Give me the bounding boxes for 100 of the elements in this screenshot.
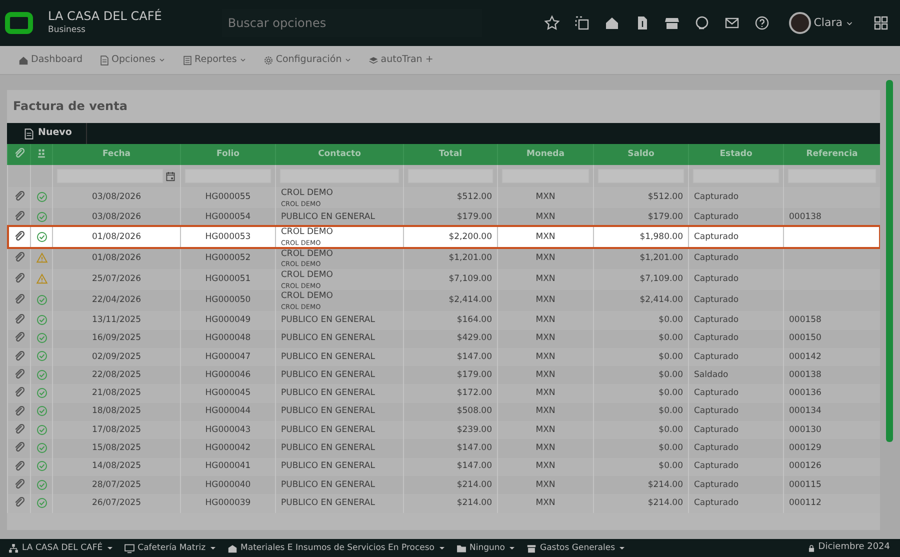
table-cell: $429.00 (456, 333, 492, 344)
table-row[interactable]: 16/09/2025 HG000048 PUBLICO EN GENERAL $429.00 MXN $0.00 Capturado 000150 (8, 330, 880, 348)
paperclip-icon[interactable] (14, 406, 24, 417)
table-row[interactable]: 02/09/2025 HG000047 PUBLICO EN GENERAL $147.00 MXN $0.00 Capturado 000142 (8, 348, 880, 366)
table-cell: 13/11/2025 (92, 315, 141, 325)
table-row[interactable]: 15/08/2025 HG000042 PUBLICO EN GENERAL $147.00 MXN $0.00 Capturado 000129 (8, 439, 880, 458)
mail-icon[interactable] (724, 15, 740, 31)
table-cell: 21/08/2025 (92, 388, 141, 398)
org-chart-icon (8, 542, 19, 554)
table-cell: HG000040 (205, 480, 251, 490)
copy-icon[interactable] (574, 15, 590, 31)
table-cell: 000112 (789, 498, 822, 508)
table-cell: 000138 (789, 370, 822, 380)
table-cell: $1,201.00 (448, 252, 492, 263)
table-cell: 02/09/2025 (92, 352, 141, 362)
apps-icon[interactable] (873, 15, 889, 31)
table-cell: MXN (536, 252, 556, 263)
table-cell: $179.00 (648, 212, 683, 222)
scrollbar[interactable] (886, 80, 893, 442)
settings-icon (262, 54, 274, 66)
paperclip-icon[interactable] (14, 497, 24, 508)
company-plan: Business (48, 24, 86, 37)
table-row[interactable]: 28/07/2025 HG000040 PUBLICO EN GENERAL $214.00 MXN $214.00 Capturado 000115 (8, 476, 880, 494)
table-cell: 000138 (789, 212, 822, 222)
paperclip-icon[interactable] (14, 211, 24, 222)
paperclip-icon[interactable] (14, 387, 24, 398)
contact-name: PUBLICO EN GENERAL (281, 387, 376, 400)
avatar[interactable] (789, 12, 812, 34)
help-icon[interactable] (754, 15, 770, 31)
table-row[interactable]: 18/08/2025 HG000044 PUBLICO EN GENERAL $508.00 MXN $0.00 Capturado 000134 (8, 402, 880, 422)
table-row[interactable]: 13/11/2025 HG000049 PUBLICO EN GENERAL $164.00 MXN $0.00 Capturado 000158 (8, 311, 880, 330)
star-icon[interactable] (544, 15, 560, 31)
table-cell: 26/07/2025 (92, 498, 141, 508)
paperclip-icon[interactable] (14, 191, 24, 202)
table-cell: MXN (536, 424, 556, 435)
table-cell: $214.00 (648, 480, 683, 490)
table-cell: Capturado (694, 252, 739, 263)
paperclip-icon[interactable] (14, 230, 24, 242)
table-cell: HG000043 (205, 424, 251, 435)
table-row[interactable]: 14/08/2025 HG000041 PUBLICO EN GENERAL $147.00 MXN $0.00 Capturado 000126 (8, 458, 880, 476)
table-row[interactable]: 22/08/2025 HG000046 PUBLICO EN GENERAL $179.00 MXN $0.00 Saldado 000138 (8, 366, 880, 384)
status-dropdown[interactable]: Gastos Generales (526, 542, 626, 554)
table-cell: Capturado (694, 424, 739, 435)
table-cell: MXN (536, 498, 556, 508)
table-cell: Capturado (694, 333, 739, 344)
paperclip-icon[interactable] (14, 442, 24, 454)
store-icon[interactable] (664, 15, 680, 31)
table-cell: 000158 (789, 315, 822, 325)
table-cell: Capturado (694, 352, 739, 362)
chat-icon[interactable] (694, 15, 710, 31)
monitor-icon (124, 542, 135, 554)
table-cell: 17/08/2025 (92, 424, 141, 435)
nav-link[interactable]: Configuración (262, 52, 352, 68)
table-cell: 22/08/2025 (92, 370, 141, 380)
document-icon (23, 128, 35, 140)
calendar-icon[interactable] (165, 170, 176, 182)
table-cell: $214.00 (456, 498, 492, 508)
paperclip-icon[interactable] (14, 332, 24, 344)
status-dropdown[interactable]: Materiales E Insumos de Servicios En Proceso (226, 542, 446, 554)
table-row[interactable]: 03/08/2026 HG000054 PUBLICO EN GENERAL $179.00 MXN $179.00 Capturado 000138 (8, 208, 880, 226)
table-cell: Capturado (694, 406, 739, 416)
status-dropdown[interactable]: LA CASA DEL CAFÉ (8, 542, 114, 554)
status-dropdown[interactable]: Ninguno (456, 542, 516, 554)
table-cell: Capturado (694, 443, 739, 454)
table-cell: $1,201.00 (640, 252, 683, 263)
paperclip-icon[interactable] (14, 460, 24, 472)
logo-icon (5, 12, 33, 34)
page-title: Factura de venta (12, 98, 128, 115)
paperclip-icon[interactable] (14, 350, 24, 362)
paperclip-icon[interactable] (14, 314, 24, 326)
paperclip-icon[interactable] (14, 424, 24, 435)
status-dropdown[interactable]: Cafetería Matriz (124, 542, 217, 554)
table-cell: MXN (536, 461, 556, 472)
nav-link[interactable]: autoTran + (368, 52, 434, 68)
table-cell: $0.00 (658, 388, 683, 398)
table-cell: MXN (536, 443, 556, 454)
paperclip-icon[interactable] (14, 478, 24, 490)
table-cell: HG000054 (205, 212, 251, 222)
table-row[interactable]: 26/07/2025 HG000039 PUBLICO EN GENERAL $214.00 MXN $214.00 Capturado 000112 (8, 494, 880, 512)
table-cell: 000142 (789, 352, 822, 362)
table-cell: HG000046 (205, 370, 251, 380)
paperclip-icon[interactable] (14, 252, 24, 264)
user-name[interactable]: Clara (814, 14, 842, 32)
table-cell: MXN (536, 295, 556, 306)
paperclip-icon[interactable] (14, 273, 24, 284)
table-cell: 000130 (789, 424, 822, 435)
table-cell: Capturado (694, 498, 739, 508)
table-row[interactable]: 17/08/2025 HG000043 PUBLICO EN GENERAL $239.00 MXN $0.00 Capturado 000130 (8, 421, 880, 440)
table-cell: 22/04/2026 (92, 295, 141, 306)
table-cell: $214.00 (648, 498, 683, 508)
nav-link[interactable]: Opciones (98, 52, 166, 68)
home-icon[interactable] (604, 15, 620, 31)
table-cell: MXN (536, 352, 556, 362)
contact-name: PUBLICO EN GENERAL (281, 350, 376, 364)
grid-icon (36, 148, 47, 160)
paperclip-icon[interactable] (14, 294, 24, 306)
nav-link[interactable]: Dashboard (18, 52, 83, 68)
paperclip-icon[interactable] (14, 369, 24, 380)
nav-link[interactable]: Reportes (182, 52, 247, 68)
table-cell: Capturado (694, 192, 739, 202)
